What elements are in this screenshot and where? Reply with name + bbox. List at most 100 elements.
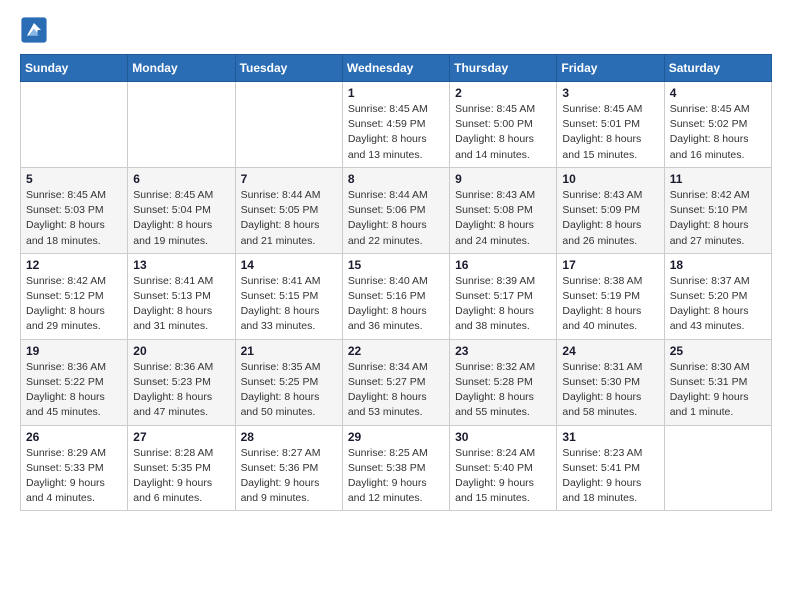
calendar-cell: 9Sunrise: 8:43 AMSunset: 5:08 PMDaylight… [450,167,557,253]
weekday-header-sunday: Sunday [21,55,128,82]
day-info: Sunrise: 8:30 AMSunset: 5:31 PMDaylight:… [670,360,766,421]
day-info: Sunrise: 8:41 AMSunset: 5:15 PMDaylight:… [241,274,337,335]
day-info: Sunrise: 8:44 AMSunset: 5:05 PMDaylight:… [241,188,337,249]
calendar-cell: 18 Sunrise: 8:37 AMSunset: 5:20 PMDayligh… [664,253,771,339]
day-info: Sunrise: 8:45 AMSunset: 5:01 PMDaylight:… [562,102,658,163]
calendar-cell: 12 Sunrise: 8:42 AMSunset: 5:12 PMDayligh… [21,253,128,339]
calendar-cell: 26Sunrise: 8:29 AMSunset: 5:33 PMDayligh… [21,425,128,511]
day-info: Sunrise: 8:40 AMSunset: 5:16 PMDaylight:… [348,274,444,335]
day-info: Sunrise: 8:27 AMSunset: 5:36 PMDaylight:… [241,446,337,507]
weekday-header-thursday: Thursday [450,55,557,82]
day-info: Sunrise: 8:45 AMSunset: 5:02 PMDaylight:… [670,102,766,163]
calendar-cell: 4 Sunrise: 8:45 AMSunset: 5:02 PMDaylight… [664,82,771,168]
calendar-cell: 24 Sunrise: 8:31 AMSunset: 5:30 PMDayligh… [557,339,664,425]
day-info: Sunrise: 8:31 AMSunset: 5:30 PMDaylight:… [562,360,658,421]
calendar-cell: 2 Sunrise: 8:45 AMSunset: 5:00 PMDaylight… [450,82,557,168]
day-info: Sunrise: 8:38 AMSunset: 5:19 PMDaylight:… [562,274,658,335]
calendar-cell: 16Sunrise: 8:39 AMSunset: 5:17 PMDayligh… [450,253,557,339]
day-number: 13 [133,258,229,272]
calendar-cell: 22 Sunrise: 8:34 AMSunset: 5:27 PMDayligh… [342,339,449,425]
day-number: 23 [455,344,551,358]
day-info: Sunrise: 8:42 AMSunset: 5:12 PMDaylight:… [26,274,122,335]
day-number: 22 [348,344,444,358]
calendar-cell: 1 Sunrise: 8:45 AMSunset: 4:59 PMDaylight… [342,82,449,168]
calendar-cell: 31 Sunrise: 8:23 AMSunset: 5:41 PMDayligh… [557,425,664,511]
calendar: SundayMondayTuesdayWednesdayThursdayFrid… [20,54,772,511]
day-info: Sunrise: 8:24 AMSunset: 5:40 PMDaylight:… [455,446,551,507]
calendar-cell: 3 Sunrise: 8:45 AMSunset: 5:01 PMDaylight… [557,82,664,168]
calendar-cell: 28 Sunrise: 8:27 AMSunset: 5:36 PMDayligh… [235,425,342,511]
week-row-2: 12 Sunrise: 8:42 AMSunset: 5:12 PMDayligh… [21,253,772,339]
day-number: 11 [670,172,766,186]
day-info: Sunrise: 8:45 AMSunset: 4:59 PMDaylight:… [348,102,444,163]
day-info: Sunrise: 8:23 AMSunset: 5:41 PMDaylight:… [562,446,658,507]
day-info: Sunrise: 8:43 AMSunset: 5:08 PMDaylight:… [455,188,551,249]
calendar-cell: 14 Sunrise: 8:41 AMSunset: 5:15 PMDayligh… [235,253,342,339]
calendar-cell [664,425,771,511]
calendar-cell: 10 Sunrise: 8:43 AMSunset: 5:09 PMDayligh… [557,167,664,253]
day-number: 1 [348,86,444,100]
day-number: 14 [241,258,337,272]
day-info: Sunrise: 8:41 AMSunset: 5:13 PMDaylight:… [133,274,229,335]
calendar-cell [128,82,235,168]
week-row-3: 19Sunrise: 8:36 AMSunset: 5:22 PMDayligh… [21,339,772,425]
day-number: 5 [26,172,122,186]
day-info: Sunrise: 8:35 AMSunset: 5:25 PMDaylight:… [241,360,337,421]
day-info: Sunrise: 8:28 AMSunset: 5:35 PMDaylight:… [133,446,229,507]
header [20,16,772,44]
calendar-cell: 13 Sunrise: 8:41 AMSunset: 5:13 PMDayligh… [128,253,235,339]
calendar-cell: 11 Sunrise: 8:42 AMSunset: 5:10 PMDayligh… [664,167,771,253]
day-number: 25 [670,344,766,358]
day-number: 19 [26,344,122,358]
week-row-1: 5Sunrise: 8:45 AMSunset: 5:03 PMDaylight… [21,167,772,253]
day-info: Sunrise: 8:39 AMSunset: 5:17 PMDaylight:… [455,274,551,335]
day-number: 28 [241,430,337,444]
day-number: 21 [241,344,337,358]
day-info: Sunrise: 8:32 AMSunset: 5:28 PMDaylight:… [455,360,551,421]
calendar-cell: 19Sunrise: 8:36 AMSunset: 5:22 PMDayligh… [21,339,128,425]
day-number: 20 [133,344,229,358]
day-info: Sunrise: 8:45 AMSunset: 5:00 PMDaylight:… [455,102,551,163]
calendar-header: SundayMondayTuesdayWednesdayThursdayFrid… [21,55,772,82]
day-info: Sunrise: 8:36 AMSunset: 5:23 PMDaylight:… [133,360,229,421]
day-number: 4 [670,86,766,100]
calendar-cell: 29Sunrise: 8:25 AMSunset: 5:38 PMDayligh… [342,425,449,511]
calendar-cell [235,82,342,168]
day-number: 8 [348,172,444,186]
day-number: 3 [562,86,658,100]
calendar-cell: 27Sunrise: 8:28 AMSunset: 5:35 PMDayligh… [128,425,235,511]
day-number: 2 [455,86,551,100]
day-info: Sunrise: 8:45 AMSunset: 5:04 PMDaylight:… [133,188,229,249]
calendar-cell: 30Sunrise: 8:24 AMSunset: 5:40 PMDayligh… [450,425,557,511]
day-number: 31 [562,430,658,444]
calendar-cell: 21 Sunrise: 8:35 AMSunset: 5:25 PMDayligh… [235,339,342,425]
page: SundayMondayTuesdayWednesdayThursdayFrid… [0,0,792,612]
day-number: 24 [562,344,658,358]
weekday-header-friday: Friday [557,55,664,82]
week-row-0: 1 Sunrise: 8:45 AMSunset: 4:59 PMDaylight… [21,82,772,168]
calendar-cell: 7Sunrise: 8:44 AMSunset: 5:05 PMDaylight… [235,167,342,253]
day-number: 10 [562,172,658,186]
calendar-cell: 8 Sunrise: 8:44 AMSunset: 5:06 PMDaylight… [342,167,449,253]
weekday-row: SundayMondayTuesdayWednesdayThursdayFrid… [21,55,772,82]
calendar-cell: 23 Sunrise: 8:32 AMSunset: 5:28 PMDayligh… [450,339,557,425]
calendar-cell: 5Sunrise: 8:45 AMSunset: 5:03 PMDaylight… [21,167,128,253]
calendar-cell: 25 Sunrise: 8:30 AMSunset: 5:31 PMDayligh… [664,339,771,425]
day-info: Sunrise: 8:42 AMSunset: 5:10 PMDaylight:… [670,188,766,249]
logo [20,16,52,44]
weekday-header-monday: Monday [128,55,235,82]
day-number: 26 [26,430,122,444]
day-info: Sunrise: 8:25 AMSunset: 5:38 PMDaylight:… [348,446,444,507]
calendar-cell: 17Sunrise: 8:38 AMSunset: 5:19 PMDayligh… [557,253,664,339]
day-number: 18 [670,258,766,272]
day-info: Sunrise: 8:34 AMSunset: 5:27 PMDaylight:… [348,360,444,421]
calendar-cell: 6Sunrise: 8:45 AMSunset: 5:04 PMDaylight… [128,167,235,253]
day-info: Sunrise: 8:43 AMSunset: 5:09 PMDaylight:… [562,188,658,249]
day-info: Sunrise: 8:37 AMSunset: 5:20 PMDaylight:… [670,274,766,335]
day-number: 12 [26,258,122,272]
weekday-header-tuesday: Tuesday [235,55,342,82]
day-info: Sunrise: 8:44 AMSunset: 5:06 PMDaylight:… [348,188,444,249]
weekday-header-wednesday: Wednesday [342,55,449,82]
weekday-header-saturday: Saturday [664,55,771,82]
calendar-cell: 15Sunrise: 8:40 AMSunset: 5:16 PMDayligh… [342,253,449,339]
